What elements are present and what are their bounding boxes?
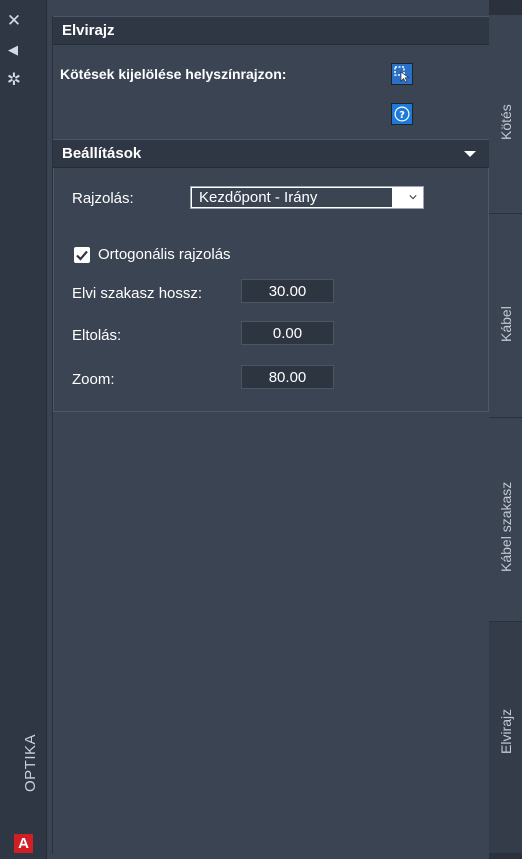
pin-icon[interactable]: ◀	[0, 44, 36, 57]
rajzolas-selected-value: Kezdőpont - Irány	[192, 188, 392, 207]
palette-title: OPTIKA	[22, 733, 39, 792]
checkmark-icon	[76, 250, 88, 261]
field-label: Zoom:	[72, 371, 115, 388]
tab-label: Kábel szakasz	[498, 481, 514, 572]
tab-label: Elvirajz	[498, 708, 514, 754]
tab-label: Kötés	[498, 104, 514, 140]
elvi-szakasz-hossz-input[interactable]: 30.00	[241, 279, 334, 303]
svg-text:?: ?	[399, 110, 405, 121]
tab-kabel[interactable]: Kábel	[489, 214, 522, 418]
tab-label: Kábel	[498, 306, 514, 342]
select-joints-label: Kötések kijelölése helyszínrajzon:	[60, 66, 287, 82]
help-button[interactable]: ?	[391, 103, 413, 125]
chevron-down-icon	[409, 195, 417, 200]
zoom-input[interactable]: 80.00	[241, 365, 334, 389]
rajzolas-label: Rajzolás:	[72, 190, 134, 207]
ortogonalis-label: Ortogonális rajzolás	[98, 246, 231, 263]
autocad-logo: A	[14, 834, 33, 853]
help-icon: ?	[394, 106, 410, 122]
field-label: Elvi szakasz hossz:	[72, 285, 203, 302]
tab-elvirajz[interactable]: Elvirajz	[489, 622, 522, 854]
select-joints-button[interactable]	[391, 63, 413, 85]
side-tabs: Kötés Kábel Kábel szakasz Elvirajz	[489, 0, 522, 859]
close-icon[interactable]: ✕	[0, 13, 37, 30]
tab-kotes[interactable]: Kötés	[489, 15, 522, 214]
rajzolas-select[interactable]: Kezdőpont - Irány	[190, 186, 424, 209]
field-label: Eltolás:	[72, 327, 122, 344]
palette-strip: ✕ ◀ ✲ OPTIKA A	[0, 0, 47, 859]
main-panel: Elvirajz Kötések kijelölése helyszínrajz…	[52, 16, 489, 854]
section-title: Elvirajz	[62, 22, 115, 39]
section-header-elvirajz: Elvirajz	[53, 16, 489, 45]
collapse-arrow-icon[interactable]	[464, 151, 476, 157]
tab-kabel-szakasz[interactable]: Kábel szakasz	[489, 418, 522, 622]
gear-icon[interactable]: ✲	[0, 72, 37, 89]
section-title: Beállítások	[62, 145, 142, 162]
eltolas-input[interactable]: 0.00	[241, 321, 334, 345]
ortogonalis-checkbox[interactable]	[74, 247, 90, 263]
section-header-beallitasok[interactable]: Beállítások	[53, 139, 489, 168]
select-cursor-icon	[394, 66, 410, 83]
